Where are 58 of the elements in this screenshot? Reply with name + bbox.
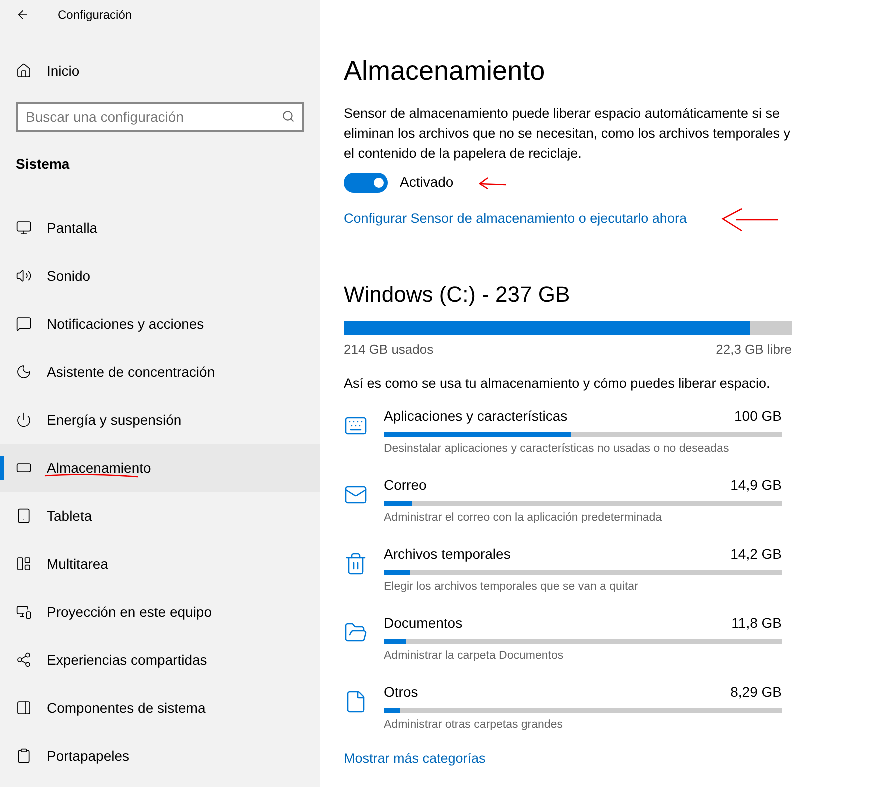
sidebar-item[interactable]: Pantalla — [0, 204, 320, 252]
category-name[interactable]: Aplicaciones y características — [384, 406, 568, 427]
drive-title: Windows (C:) - 237 GB — [344, 281, 572, 310]
annotation-arrow — [720, 207, 780, 233]
sidebar-item[interactable]: Portapapeles — [0, 732, 320, 780]
sidebar-item[interactable]: Sonido — [0, 252, 320, 300]
home-item[interactable]: Inicio — [0, 56, 320, 86]
sidebar-item[interactable]: Experiencias compartidas — [0, 636, 320, 684]
category-description: Administrar la carpeta Documentos — [384, 649, 565, 664]
share-icon — [16, 652, 32, 668]
search-icon[interactable] — [282, 110, 295, 123]
sidebar-item[interactable]: Proyección en este equipo — [0, 588, 320, 636]
sidebar-item[interactable]: Multitarea — [0, 540, 320, 588]
category-size: 8,29 GB — [730, 683, 782, 702]
page-title: Almacenamiento — [344, 55, 546, 88]
home-icon — [16, 63, 32, 79]
speaker-icon — [16, 268, 32, 284]
sidebar-item[interactable]: Energía y suspensión — [0, 396, 320, 444]
sidebar-item[interactable]: Notificaciones y acciones — [0, 300, 320, 348]
category-size: 14,2 GB — [730, 545, 782, 564]
window-title: Configuración — [58, 7, 132, 24]
used-label: 214 GB usados — [344, 341, 434, 360]
back-icon[interactable] — [16, 8, 30, 22]
moon-icon — [16, 364, 32, 380]
category-name[interactable]: Documentos — [384, 613, 463, 634]
category-name[interactable]: Correo — [384, 475, 427, 496]
category-size: 14,9 GB — [730, 476, 782, 495]
panel-icon — [16, 700, 32, 716]
tablet-icon — [16, 508, 32, 524]
section-heading: Sistema — [15, 155, 71, 174]
category-size: 11,8 GB — [732, 614, 782, 633]
category-description: Administrar otras carpetas grandes — [384, 718, 564, 733]
sidebar-item[interactable]: Asistente de concentración — [0, 348, 320, 396]
message-icon — [16, 316, 32, 332]
sidebar-item[interactable]: Almacenamiento — [0, 444, 320, 492]
category-name[interactable]: Archivos temporales — [384, 544, 511, 565]
description-text: Sensor de almacenamiento puede liberar espacio automáticamente si se eliminan los archivos que no se necesitan, como los archivos temporales y el contenido de la papelera de reciclaje. — [344, 105, 792, 163]
category-size: 100 GB — [734, 407, 782, 426]
sidebar-item[interactable]: Tableta — [0, 492, 320, 540]
power-icon — [16, 412, 32, 428]
monitor-icon — [16, 220, 32, 236]
toggle-switch[interactable] — [344, 172, 388, 192]
category-description: Elegir los archivos temporales que se van a quitar — [384, 580, 640, 595]
trash-icon[interactable] — [344, 552, 368, 576]
annotation-arrow — [478, 176, 508, 192]
projection-icon — [16, 604, 32, 620]
toggle-label: Activado — [400, 173, 454, 192]
more-categories-link[interactable]: Mostrar más categorías — [344, 749, 804, 770]
category-name[interactable]: Otros — [384, 682, 418, 703]
multitask-icon — [16, 556, 32, 572]
configure-link[interactable]: Configurar Sensor de almacenamiento o ejecutarlo ahora — [344, 209, 804, 230]
category-description: Administrar el correo con la aplicación predeterminada — [384, 511, 664, 526]
usage-intro: Así es como se usa tu almacenamiento y cómo puedes liberar espacio. — [344, 374, 772, 393]
category-description: Desinstalar aplicaciones y características no usadas o no deseadas — [384, 442, 730, 457]
search-field[interactable]: Buscar una configuración — [16, 102, 304, 132]
sidebar-item[interactable]: Componentes de sistema — [0, 684, 320, 732]
free-label: 22,3 GB libre — [716, 341, 792, 360]
clipboard-icon — [16, 748, 32, 764]
